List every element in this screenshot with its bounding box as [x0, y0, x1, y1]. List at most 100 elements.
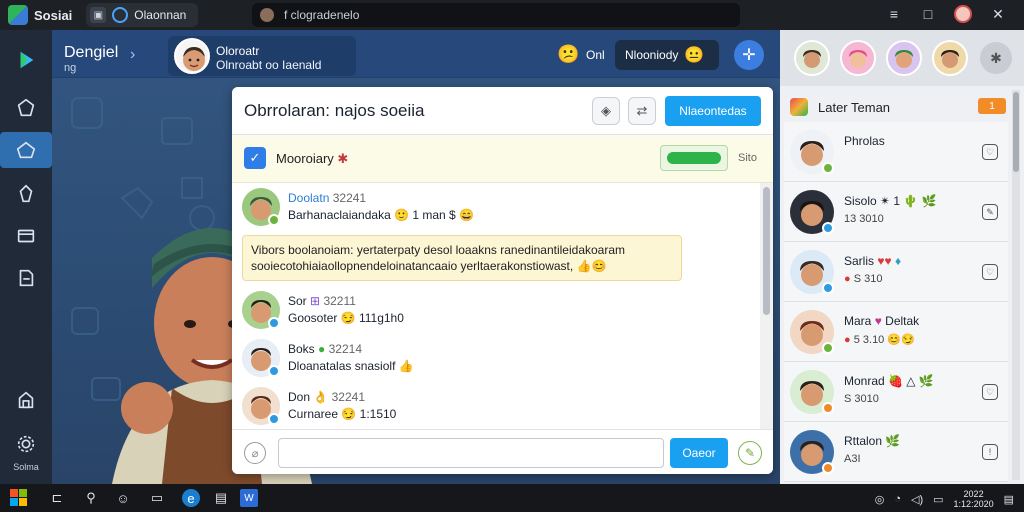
contact-status: ● S 310 [844, 273, 883, 285]
battery-icon[interactable]: ▭ [933, 493, 943, 506]
contact-status: A3I [844, 453, 861, 465]
friends-header: Later Teman 1 [786, 92, 1006, 122]
contact-name: Phrolas [844, 134, 885, 148]
friends-header-title: Later Teman [818, 99, 891, 115]
account-avatar-icon[interactable] [954, 5, 972, 23]
friends-avatar-strip: ✱ [780, 30, 1024, 86]
window-icon[interactable]: ▭ [148, 489, 166, 507]
profile-card[interactable]: Oloroatr Olnroabt oo Iaenald [168, 36, 356, 76]
contact-item[interactable]: Mara ♥ Deltak ● 5 3.10 😊😏 [784, 302, 1008, 362]
sidebar-bottom-label: Solma [13, 462, 39, 472]
settings-gear-icon[interactable] [8, 426, 44, 462]
friend-avatar[interactable] [840, 40, 876, 76]
scrollbar-thumb[interactable] [763, 187, 770, 315]
notice-toggle-button[interactable] [660, 145, 728, 171]
chat-icon[interactable]: ☺ [114, 489, 132, 507]
contact-item[interactable]: Sisolo ✴ 1 🌵 🌿 13 3010 ✎ [784, 182, 1008, 242]
friend-avatar[interactable] [794, 40, 830, 76]
browser-icon[interactable]: e [182, 489, 200, 507]
profile-handle: Olnroabt oo Iaenald [216, 58, 322, 72]
contact-name: Rttalon 🌿 [844, 434, 901, 448]
tab-status-icon [112, 7, 129, 23]
play-store-icon[interactable] [8, 42, 44, 78]
volume-icon[interactable]: ◁) [911, 493, 923, 506]
maximize-icon[interactable]: □ [920, 6, 936, 22]
sidebar-item-messages[interactable] [8, 218, 44, 254]
contact-item[interactable]: Rttalon 🌿 A3I ! [784, 422, 1008, 482]
highlight-line-2: sooiecotohiaiaollopnendeloinatancaaio ye… [251, 259, 607, 273]
tab-secondary-label: f clogradenelo [284, 8, 360, 22]
emoji-picker-icon[interactable]: ✎ [738, 441, 762, 465]
sidebar-item-explore[interactable] [8, 90, 44, 126]
mood-pill-label: Nlooniody [625, 48, 679, 62]
sidebar-item-store[interactable] [8, 382, 44, 418]
message-text: Curnaree 😏 1:1510 [288, 407, 397, 421]
header-subtitle: ng [64, 62, 77, 74]
menu-icon[interactable]: ≡ [886, 6, 902, 22]
tab-favicon-icon [260, 8, 274, 22]
checkbox-icon[interactable]: ✓ [244, 147, 266, 169]
profile-name: Oloroatr [216, 44, 260, 58]
add-icon[interactable]: ✛ [734, 40, 764, 70]
wifi-icon[interactable]: ◔ [894, 493, 901, 505]
message-text: Barhanaclaiandaka 🙂 1 man $ 😄 [288, 208, 475, 222]
message-input[interactable] [278, 438, 664, 468]
contact-item[interactable]: Phrolas ♡ [784, 122, 1008, 182]
header-title: Dengiel [64, 44, 119, 61]
folder-icon[interactable]: ⊏ [48, 489, 66, 507]
contact-item[interactable]: Monrad 🍓 △ 🌿 S 3010 ♡ [784, 362, 1008, 422]
message-list: Doolatn 32241 Barhanaclaiandaka 🙂 1 man … [232, 183, 760, 429]
sidebar-item-files[interactable] [8, 260, 44, 296]
main-header: Dengiel ng › Oloroatr Olnroabt oo Iaenal… [52, 30, 780, 78]
highlight-line-1: Vibors boolanoiam: yertaterpaty desol lo… [251, 243, 626, 257]
file-explorer-icon[interactable]: ▤ [212, 489, 230, 507]
friend-avatar[interactable] [886, 40, 922, 76]
network-icon[interactable]: ◎ [875, 493, 885, 506]
friends-list-icon [790, 98, 808, 116]
scrollbar-thumb[interactable] [1013, 92, 1019, 172]
taskbar: ⊏ ⚲ ☺ ▭ e ▤ W ◎ ◔ ◁) ▭ 2022 1:12:2020 ▤ [0, 484, 1024, 512]
chat-scrollbar[interactable] [760, 183, 773, 429]
tag-icon[interactable]: ◈ [592, 97, 620, 125]
message-text: Goosoter 😏 111g1h0 [288, 311, 404, 325]
sidebar-item-discover[interactable] [8, 176, 44, 212]
tab-main[interactable]: ▣ Olaonnan [86, 3, 199, 27]
edit-icon[interactable]: ✎ [982, 204, 998, 220]
settings-gear-icon[interactable]: ✱ [980, 42, 1012, 74]
chat-action-button[interactable]: Nlaeontedas [665, 96, 761, 126]
emoji-icon: 😐 [684, 47, 705, 64]
heart-icon[interactable]: ♡ [982, 144, 998, 160]
tab-secondary[interactable]: f clogradenelo [252, 3, 740, 27]
send-button[interactable]: Oaeor [670, 438, 728, 468]
chevron-right-icon[interactable]: › [130, 46, 135, 64]
heart-icon[interactable]: ♡ [982, 384, 998, 400]
close-icon[interactable]: ✕ [990, 6, 1006, 23]
start-icon[interactable] [10, 489, 28, 507]
friend-avatar[interactable] [932, 40, 968, 76]
message-author: Sor ⊞ 32211 [288, 294, 356, 308]
chat-header: Obrrolaran: najos soeiia ◈ ⇄ Nlaeontedas [232, 87, 773, 135]
toggle-pill [667, 152, 721, 164]
search-icon[interactable]: ⚲ [82, 489, 100, 507]
attach-icon[interactable]: ⌀ [244, 442, 266, 464]
app-icon[interactable]: W [240, 489, 258, 507]
contact-name: Mara ♥ Deltak [844, 314, 920, 328]
online-badge-icon [822, 342, 834, 354]
sidebar-item-home[interactable] [0, 132, 52, 168]
notification-icon[interactable]: ▤ [1004, 493, 1014, 506]
message-text: Dloanatalas snasiolf 👍 [288, 359, 414, 373]
contact-status: 13 3010 [844, 213, 884, 225]
heart-icon[interactable]: ♡ [982, 264, 998, 280]
verified-badge-icon [822, 282, 834, 294]
app-name: Sosiai [34, 7, 73, 23]
contact-status: ● 5 3.10 😊😏 [844, 334, 915, 346]
clock[interactable]: 2022 1:12:2020 [954, 489, 994, 509]
friends-panel: ✱ Later Teman 1 Phrolas ♡ Sisolo ✴ 1 🌵 🌿… [780, 30, 1024, 484]
refresh-icon[interactable]: ⇄ [628, 97, 656, 125]
mood-pill[interactable]: Nlooniody 😐 [615, 40, 719, 70]
chat-bubble-icon[interactable]: ! [982, 444, 998, 460]
tab-main-label: Olaonnan [134, 8, 187, 22]
online-status: Onl [586, 48, 605, 62]
contact-item[interactable]: Sarlis ♥♥ ♦ ● S 310 ♡ [784, 242, 1008, 302]
friends-scrollbar[interactable] [1012, 90, 1020, 480]
